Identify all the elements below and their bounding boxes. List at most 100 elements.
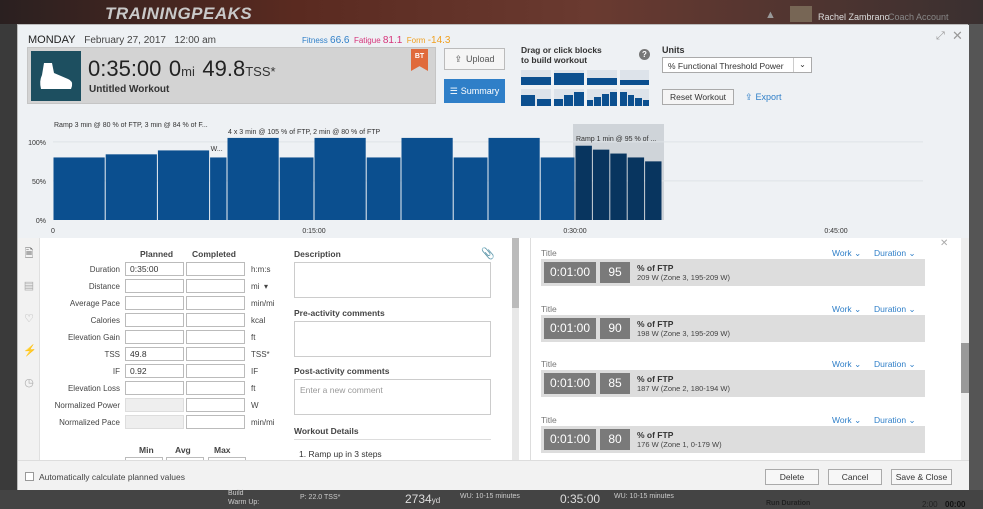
step-title[interactable]: Title <box>541 359 557 369</box>
block-ramp-4[interactable] <box>587 89 617 106</box>
step-time-input[interactable]: 0:01:00 <box>544 428 596 450</box>
auto-calc-checkbox[interactable] <box>25 472 34 481</box>
description-input[interactable] <box>294 262 491 298</box>
step-card[interactable]: Title Work ⌄ Duration ⌄ 0:01:00 85% of FTP 18… <box>541 359 925 399</box>
bell-icon[interactable]: ▲ <box>765 9 776 21</box>
planned-input[interactable] <box>125 296 184 310</box>
step-intensity-input[interactable]: 95 <box>600 262 630 283</box>
chart-bar[interactable] <box>592 149 610 220</box>
planned-input[interactable] <box>125 398 184 412</box>
chart-bar[interactable] <box>53 157 105 220</box>
completed-input[interactable] <box>186 398 245 412</box>
chevron-down-icon[interactable]: ▾ <box>264 282 268 291</box>
completed-input[interactable] <box>186 415 245 429</box>
step-duration-dropdown[interactable]: Duration ⌄ <box>874 304 916 315</box>
block-ramp-down[interactable] <box>620 89 649 106</box>
planned-input[interactable]: 49.8 <box>125 347 184 361</box>
chart-bar[interactable] <box>575 145 592 220</box>
completed-input[interactable] <box>186 313 245 327</box>
planned-input[interactable] <box>125 381 184 395</box>
step-work-dropdown[interactable]: Work ⌄ <box>832 248 861 259</box>
block-two-step[interactable] <box>521 89 551 106</box>
block-medium[interactable] <box>587 70 617 85</box>
step-time-input[interactable]: 0:01:00 <box>544 262 596 283</box>
step-intensity-input[interactable]: 80 <box>600 428 630 450</box>
completed-input[interactable] <box>186 347 245 361</box>
chart-bar[interactable] <box>314 137 366 220</box>
pre-activity-input[interactable] <box>294 321 491 357</box>
step-card[interactable]: Title Work ⌄ Duration ⌄ 0:01:00 90% of FTP 19… <box>541 304 925 344</box>
cancel-button[interactable]: Cancel <box>828 469 882 485</box>
planned-input[interactable] <box>125 415 184 429</box>
document-icon[interactable]: 🗎 <box>23 248 35 260</box>
completed-input[interactable] <box>186 279 245 293</box>
chart-bar[interactable] <box>453 157 488 220</box>
step-duration-dropdown[interactable]: Duration ⌄ <box>874 248 916 259</box>
step-work-dropdown[interactable]: Work ⌄ <box>832 415 861 426</box>
clock-icon[interactable]: ◷ <box>23 377 35 389</box>
chart-bar[interactable] <box>488 137 540 220</box>
planned-input[interactable] <box>125 330 184 344</box>
heart-icon[interactable]: ♡ <box>23 313 35 325</box>
lightning-icon[interactable]: ⚡ <box>23 345 37 357</box>
close-step-icon[interactable]: ✕ <box>940 238 948 249</box>
chart-bar[interactable] <box>610 153 627 220</box>
avatar[interactable] <box>790 6 812 22</box>
reset-workout-button[interactable]: Reset Workout <box>662 89 734 105</box>
step-title[interactable]: Title <box>541 415 557 425</box>
completed-input[interactable] <box>186 296 245 310</box>
chart-bar[interactable] <box>227 137 279 220</box>
chart-bar[interactable] <box>210 157 227 220</box>
chart-bar[interactable] <box>105 154 157 220</box>
completed-input[interactable] <box>186 262 245 276</box>
step-intensity-input[interactable]: 85 <box>600 373 630 394</box>
block-ramp-up[interactable] <box>554 89 584 106</box>
chart-bar[interactable] <box>279 157 314 220</box>
chart-bar[interactable] <box>627 157 645 220</box>
step-work-dropdown[interactable]: Work ⌄ <box>832 304 861 315</box>
chart-bar[interactable] <box>540 157 575 220</box>
units-select[interactable]: % Functional Threshold Power ⌄ <box>662 57 812 73</box>
planned-input[interactable] <box>125 313 184 327</box>
step-intensity-input[interactable]: 90 <box>600 317 630 339</box>
paperclip-icon[interactable]: 📎 <box>481 247 495 260</box>
left-scroll-thumb[interactable] <box>512 238 519 308</box>
planned-input[interactable]: 0:35:00 <box>125 262 184 276</box>
completed-input[interactable] <box>186 381 245 395</box>
completed-input[interactable] <box>186 330 245 344</box>
run-shoe-icon[interactable] <box>31 51 81 101</box>
right-scroll-thumb[interactable] <box>961 343 969 393</box>
chart-bar[interactable] <box>645 161 662 220</box>
step-duration-dropdown[interactable]: Duration ⌄ <box>874 415 916 426</box>
planned-input[interactable] <box>125 279 184 293</box>
chart-bar[interactable] <box>366 157 401 220</box>
delete-button[interactable]: Delete <box>765 469 819 485</box>
block-single-step[interactable] <box>521 70 551 85</box>
chart-bar[interactable] <box>157 150 210 220</box>
step-card[interactable]: Title Work ⌄ Duration ⌄ 0:01:00 95% of FTP 20… <box>541 248 925 288</box>
step-time-input[interactable]: 0:01:00 <box>544 373 596 394</box>
field-unit[interactable]: mi <box>251 282 259 291</box>
help-icon[interactable]: ? <box>639 49 650 60</box>
planned-input[interactable]: 0.92 <box>125 364 184 378</box>
completed-input[interactable] <box>186 364 245 378</box>
step-duration-dropdown[interactable]: Duration ⌄ <box>874 359 916 370</box>
chart-bar[interactable] <box>401 137 453 220</box>
block-low[interactable] <box>620 70 649 85</box>
right-scrollbar[interactable] <box>961 238 969 460</box>
upload-button[interactable]: ⇪ Upload <box>444 48 505 70</box>
block-steady[interactable] <box>554 70 584 85</box>
date-text[interactable]: February 27, 2017 <box>84 35 166 46</box>
close-icon[interactable]: ✕ <box>952 28 963 44</box>
step-title[interactable]: Title <box>541 304 557 314</box>
export-button[interactable]: ⇪ Export <box>745 89 782 105</box>
workout-chart[interactable]: 100% 50% 0% 0 0:15:00 0:30:00 0:45:00 Ramp 3 mi… <box>18 122 969 238</box>
step-time-input[interactable]: 0:01:00 <box>544 317 596 339</box>
expand-icon[interactable]: ⤢ <box>936 30 945 43</box>
summary-button[interactable]: ☰ Summary <box>444 79 505 103</box>
time-text[interactable]: 12:00 am <box>174 35 216 46</box>
workout-title[interactable]: Untitled Workout <box>89 84 169 95</box>
user-name[interactable]: Rachel Zambrano <box>818 12 890 22</box>
save-close-button[interactable]: Save & Close <box>891 469 952 485</box>
left-scrollbar[interactable] <box>512 238 519 460</box>
